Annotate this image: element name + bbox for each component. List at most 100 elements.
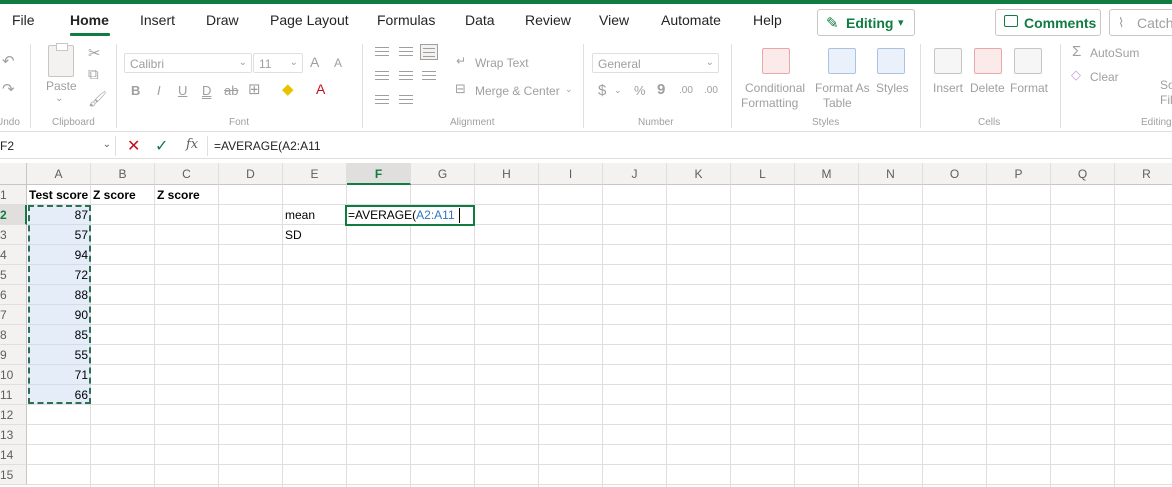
row-header-3[interactable]: 3 <box>0 225 27 245</box>
row-header-14[interactable]: 14 <box>0 445 27 465</box>
row-header-8[interactable]: 8 <box>0 325 27 345</box>
tab-home[interactable]: Home <box>70 12 109 28</box>
cell-b1[interactable]: Z score <box>93 185 154 205</box>
merge-center-button[interactable]: Merge & Center <box>475 84 560 98</box>
column-header-m[interactable]: M <box>795 163 859 185</box>
tab-formulas[interactable]: Formulas <box>377 12 435 28</box>
row-header-11[interactable]: 11 <box>0 385 27 405</box>
column-header-q[interactable]: Q <box>1051 163 1115 185</box>
cell-a3[interactable]: 57 <box>29 225 90 245</box>
cell-a6[interactable]: 88 <box>29 285 90 305</box>
strikethrough-button[interactable]: ab <box>224 83 238 98</box>
shrink-font-button[interactable]: A <box>334 56 342 70</box>
row-header-10[interactable]: 10 <box>0 365 27 385</box>
conditional-formatting-button[interactable]: Conditional <box>745 81 805 95</box>
column-header-r[interactable]: R <box>1115 163 1172 185</box>
decrease-indent-icon[interactable] <box>373 92 391 108</box>
align-bottom-icon[interactable] <box>420 44 438 60</box>
delete-cells-icon[interactable] <box>974 48 1002 74</box>
tab-help[interactable]: Help <box>753 12 782 28</box>
catch-up-button[interactable]: ⌇ Catch <box>1109 9 1172 36</box>
column-header-l[interactable]: L <box>731 163 795 185</box>
conditional-formatting-icon[interactable] <box>762 48 790 74</box>
percent-button[interactable]: % <box>634 83 646 98</box>
cell-e3[interactable]: SD <box>285 225 346 245</box>
redo-icon[interactable]: ↷ <box>2 80 15 98</box>
row-header-6[interactable]: 6 <box>0 285 27 305</box>
sort-filter-button[interactable]: So <box>1160 78 1172 92</box>
align-right-icon[interactable] <box>420 68 438 84</box>
conditional-formatting-button-line2[interactable]: Formatting <box>741 96 798 110</box>
bold-button[interactable]: B <box>131 83 140 98</box>
column-header-f[interactable]: F <box>347 163 411 185</box>
align-top-icon[interactable] <box>373 44 391 60</box>
underline-button[interactable]: U <box>178 83 187 98</box>
wrap-text-icon[interactable]: ↵ <box>456 54 466 68</box>
paste-button[interactable]: Paste <box>46 79 77 93</box>
merge-center-icon[interactable]: ⊟ <box>455 81 466 97</box>
cell-a2[interactable]: 87 <box>29 205 90 225</box>
align-center-icon[interactable] <box>397 68 415 84</box>
cell-f2-editor[interactable]: =AVERAGE(A2:A11 <box>348 205 455 226</box>
cell-a9[interactable]: 55 <box>29 345 90 365</box>
tab-automate[interactable]: Automate <box>661 12 721 28</box>
row-header-9[interactable]: 9 <box>0 345 27 365</box>
format-painter-icon[interactable]: 🖌 <box>88 90 107 108</box>
tab-page-layout[interactable]: Page Layout <box>270 12 349 28</box>
clear-button[interactable]: Clear <box>1090 70 1119 84</box>
double-underline-button[interactable]: D <box>202 83 211 98</box>
cell-a1[interactable]: Test score <box>29 185 90 205</box>
column-header-j[interactable]: J <box>603 163 667 185</box>
comments-button[interactable]: Comments <box>995 9 1101 36</box>
tab-view[interactable]: View <box>599 12 629 28</box>
formula-input[interactable]: =AVERAGE(A2:A11 <box>214 139 321 153</box>
column-header-c[interactable]: C <box>155 163 219 185</box>
row-header-15[interactable]: 15 <box>0 465 27 485</box>
editing-mode-button[interactable]: ✎ Editing ▾ <box>817 9 915 36</box>
insert-function-icon[interactable]: fx <box>186 137 198 152</box>
wrap-text-button[interactable]: Wrap Text <box>475 56 529 70</box>
tab-file[interactable]: File <box>12 12 35 28</box>
sort-filter-button-line2[interactable]: Fil <box>1160 93 1172 107</box>
tab-insert[interactable]: Insert <box>140 12 175 28</box>
delete-cells-button[interactable]: Delete <box>970 81 1005 95</box>
cell-e2[interactable]: mean <box>285 205 346 225</box>
column-header-d[interactable]: D <box>219 163 283 185</box>
chevron-down-icon[interactable]: ⌄ <box>565 84 573 95</box>
format-as-table-icon[interactable] <box>828 48 856 74</box>
cell-styles-icon[interactable] <box>877 48 905 74</box>
spreadsheet-grid[interactable]: A B C D E F G H I J K L M N O P Q R 1 2 3 4 5 6 7 8 9 10 11 12 13 14 15 T… <box>0 163 1172 487</box>
select-all-corner[interactable] <box>0 163 27 185</box>
undo-icon[interactable]: ↶ <box>2 52 15 70</box>
row-header-7[interactable]: 7 <box>0 305 27 325</box>
row-header-1[interactable]: 1 <box>0 185 27 205</box>
format-as-table-button-line2[interactable]: Table <box>823 96 852 110</box>
eraser-icon[interactable]: ◇ <box>1071 67 1081 83</box>
format-as-table-button[interactable]: Format As <box>815 81 870 95</box>
insert-cells-icon[interactable] <box>934 48 962 74</box>
row-header-2[interactable]: 2 <box>0 205 27 225</box>
cell-a7[interactable]: 90 <box>29 305 90 325</box>
cancel-icon[interactable]: ✕ <box>127 136 140 156</box>
column-header-g[interactable]: G <box>411 163 475 185</box>
column-header-a[interactable]: A <box>27 163 91 185</box>
chevron-down-icon[interactable]: ⌄ <box>614 85 622 96</box>
column-header-k[interactable]: K <box>667 163 731 185</box>
cell-a5[interactable]: 72 <box>29 265 90 285</box>
font-color-icon[interactable]: A <box>316 81 325 97</box>
cell-a10[interactable]: 71 <box>29 365 90 385</box>
chevron-down-icon[interactable]: ⌄ <box>55 93 63 104</box>
cell-styles-button[interactable]: Styles <box>876 81 909 95</box>
column-header-e[interactable]: E <box>283 163 347 185</box>
cell-a8[interactable]: 85 <box>29 325 90 345</box>
increase-decimal-button[interactable]: .00 <box>679 85 693 96</box>
cell-a4[interactable]: 94 <box>29 245 90 265</box>
format-cells-button[interactable]: Format <box>1010 81 1048 95</box>
grow-font-button[interactable]: A <box>310 54 319 70</box>
copy-icon[interactable]: ⧉ <box>88 66 99 83</box>
autosum-icon[interactable]: Σ <box>1072 43 1081 60</box>
font-name-select[interactable]: Calibri ⌄ <box>124 53 252 73</box>
cut-icon[interactable]: ✂ <box>88 44 101 62</box>
row-header-13[interactable]: 13 <box>0 425 27 445</box>
tab-review[interactable]: Review <box>525 12 571 28</box>
